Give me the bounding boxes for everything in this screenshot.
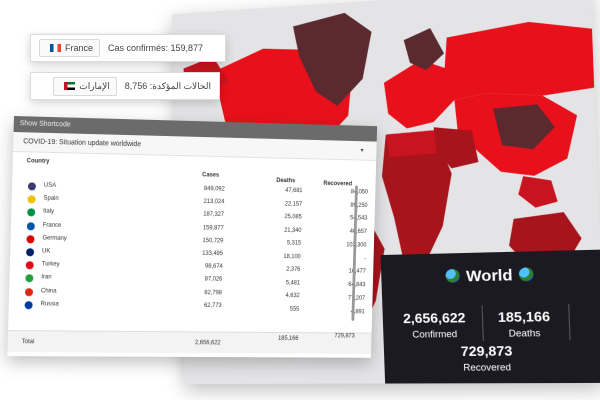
country-flag-icon — [24, 300, 33, 310]
deaths-cell: 25,085 — [284, 214, 302, 221]
country-cell: USA — [43, 182, 57, 189]
country-flag-icon — [25, 261, 34, 270]
cases-cell: 849,092 — [203, 186, 225, 193]
country-cell: Turkey — [41, 261, 60, 268]
country-cell: Spain — [43, 195, 59, 203]
country-flag-icon — [26, 248, 35, 257]
tooltip-text: الحالات المؤكدة: 8,756 — [124, 80, 211, 91]
cases-cell: 98,674 — [204, 263, 223, 271]
chevron-down-icon[interactable]: ▾ — [361, 147, 364, 154]
cases-cell: 159,877 — [202, 224, 224, 232]
total-recovered: 729,873 — [334, 333, 355, 340]
map-region-russia[interactable] — [443, 17, 595, 101]
country-flag-icon — [24, 287, 34, 296]
country-flag-icon — [26, 235, 35, 244]
map-region-southeast-asia[interactable] — [517, 174, 558, 209]
country-cell: Iran — [41, 274, 52, 281]
cases-cell: 150,729 — [202, 237, 224, 245]
country-cell: Russia — [40, 301, 59, 308]
country-cell: Italy — [43, 208, 55, 216]
column-header-cases[interactable]: Cases — [202, 172, 219, 178]
deaths-cell: 2,376 — [286, 267, 301, 274]
deaths-value: 185,166 — [497, 308, 551, 326]
tooltip-country: France — [65, 43, 94, 53]
cases-cell: 133,495 — [202, 250, 224, 258]
deaths-cell: 4,632 — [285, 293, 300, 300]
tooltip-uae: الحالات المؤكدة: 8,756 الإمارات — [30, 72, 220, 100]
uae-flag-icon — [64, 82, 76, 90]
deaths-cell: 5,315 — [286, 240, 302, 247]
country-chip-france: France — [39, 39, 101, 57]
cases-cell: 87,026 — [204, 276, 223, 283]
cases-cell: 82,798 — [204, 289, 223, 296]
stat-divider — [568, 303, 571, 341]
world-stats-card: World 2,656,622 Confirmed 185,166 Deaths… — [380, 249, 600, 384]
deaths-cell: 47,681 — [285, 187, 303, 195]
country-cell: China — [40, 287, 57, 295]
globe-icon — [445, 268, 460, 283]
country-flag-icon — [27, 195, 36, 204]
country-flag-icon — [25, 274, 34, 283]
country-cell: France — [42, 222, 62, 229]
table-row[interactable]: Russia 62,773 555 4,891 — [19, 299, 365, 315]
deaths-cell: 18,100 — [283, 253, 301, 260]
total-cases: 2,656,622 — [194, 340, 221, 347]
recovered-stat: 729,873 Recovered — [426, 343, 548, 373]
confirmed-label: Confirmed — [412, 328, 458, 340]
tooltip-country: الإمارات — [79, 80, 110, 91]
total-label: Total — [21, 339, 35, 346]
map-region-scandinavia[interactable] — [403, 27, 445, 72]
deaths-label: Deaths — [508, 327, 541, 339]
deaths-cell: 555 — [289, 306, 300, 313]
country-cell: Germany — [42, 235, 67, 242]
confirmed-stat: 2,656,622 Confirmed — [391, 310, 478, 340]
world-title-text: World — [465, 266, 513, 286]
cases-cell: 213,024 — [203, 199, 225, 206]
total-deaths: 185,166 — [277, 335, 299, 342]
tooltip-france: France Cas confirmés: 159,877 — [30, 34, 226, 62]
map-region-europe[interactable] — [383, 58, 456, 130]
recovered-label: Recovered — [463, 362, 512, 373]
country-flag-icon — [27, 208, 36, 217]
country-flag-icon — [26, 221, 35, 230]
map-region-north-africa[interactable] — [385, 130, 437, 158]
france-flag-icon — [50, 44, 61, 52]
cases-cell: 62,773 — [203, 302, 222, 309]
deaths-cell: 21,340 — [284, 227, 302, 234]
cases-cell: 187,327 — [203, 212, 225, 219]
world-title: World — [381, 265, 600, 287]
total-row: Total 2,656,622 185,166 729,873 — [7, 330, 372, 354]
country-cell: UK — [41, 248, 51, 255]
country-chip-uae: الإمارات — [53, 76, 117, 96]
country-flag-icon — [27, 182, 37, 191]
recovered-value: 729,873 — [460, 342, 513, 360]
deaths-cell: 5,481 — [285, 280, 301, 287]
deaths-stat: 185,166 Deaths — [484, 308, 565, 339]
tooltip-text: Cas confirmés: 159,877 — [108, 43, 204, 53]
confirmed-value: 2,656,622 — [402, 309, 466, 327]
globe-icon — [518, 267, 534, 282]
column-header-deaths[interactable]: Deaths — [276, 178, 295, 184]
deaths-cell: 22,157 — [284, 201, 303, 208]
covid-table-panel: Show Shortcode COVID-19: Situation updat… — [7, 116, 378, 358]
table-title: COVID-19: Situation update worldwide — [23, 138, 142, 149]
column-header-country[interactable]: Country — [27, 158, 50, 165]
